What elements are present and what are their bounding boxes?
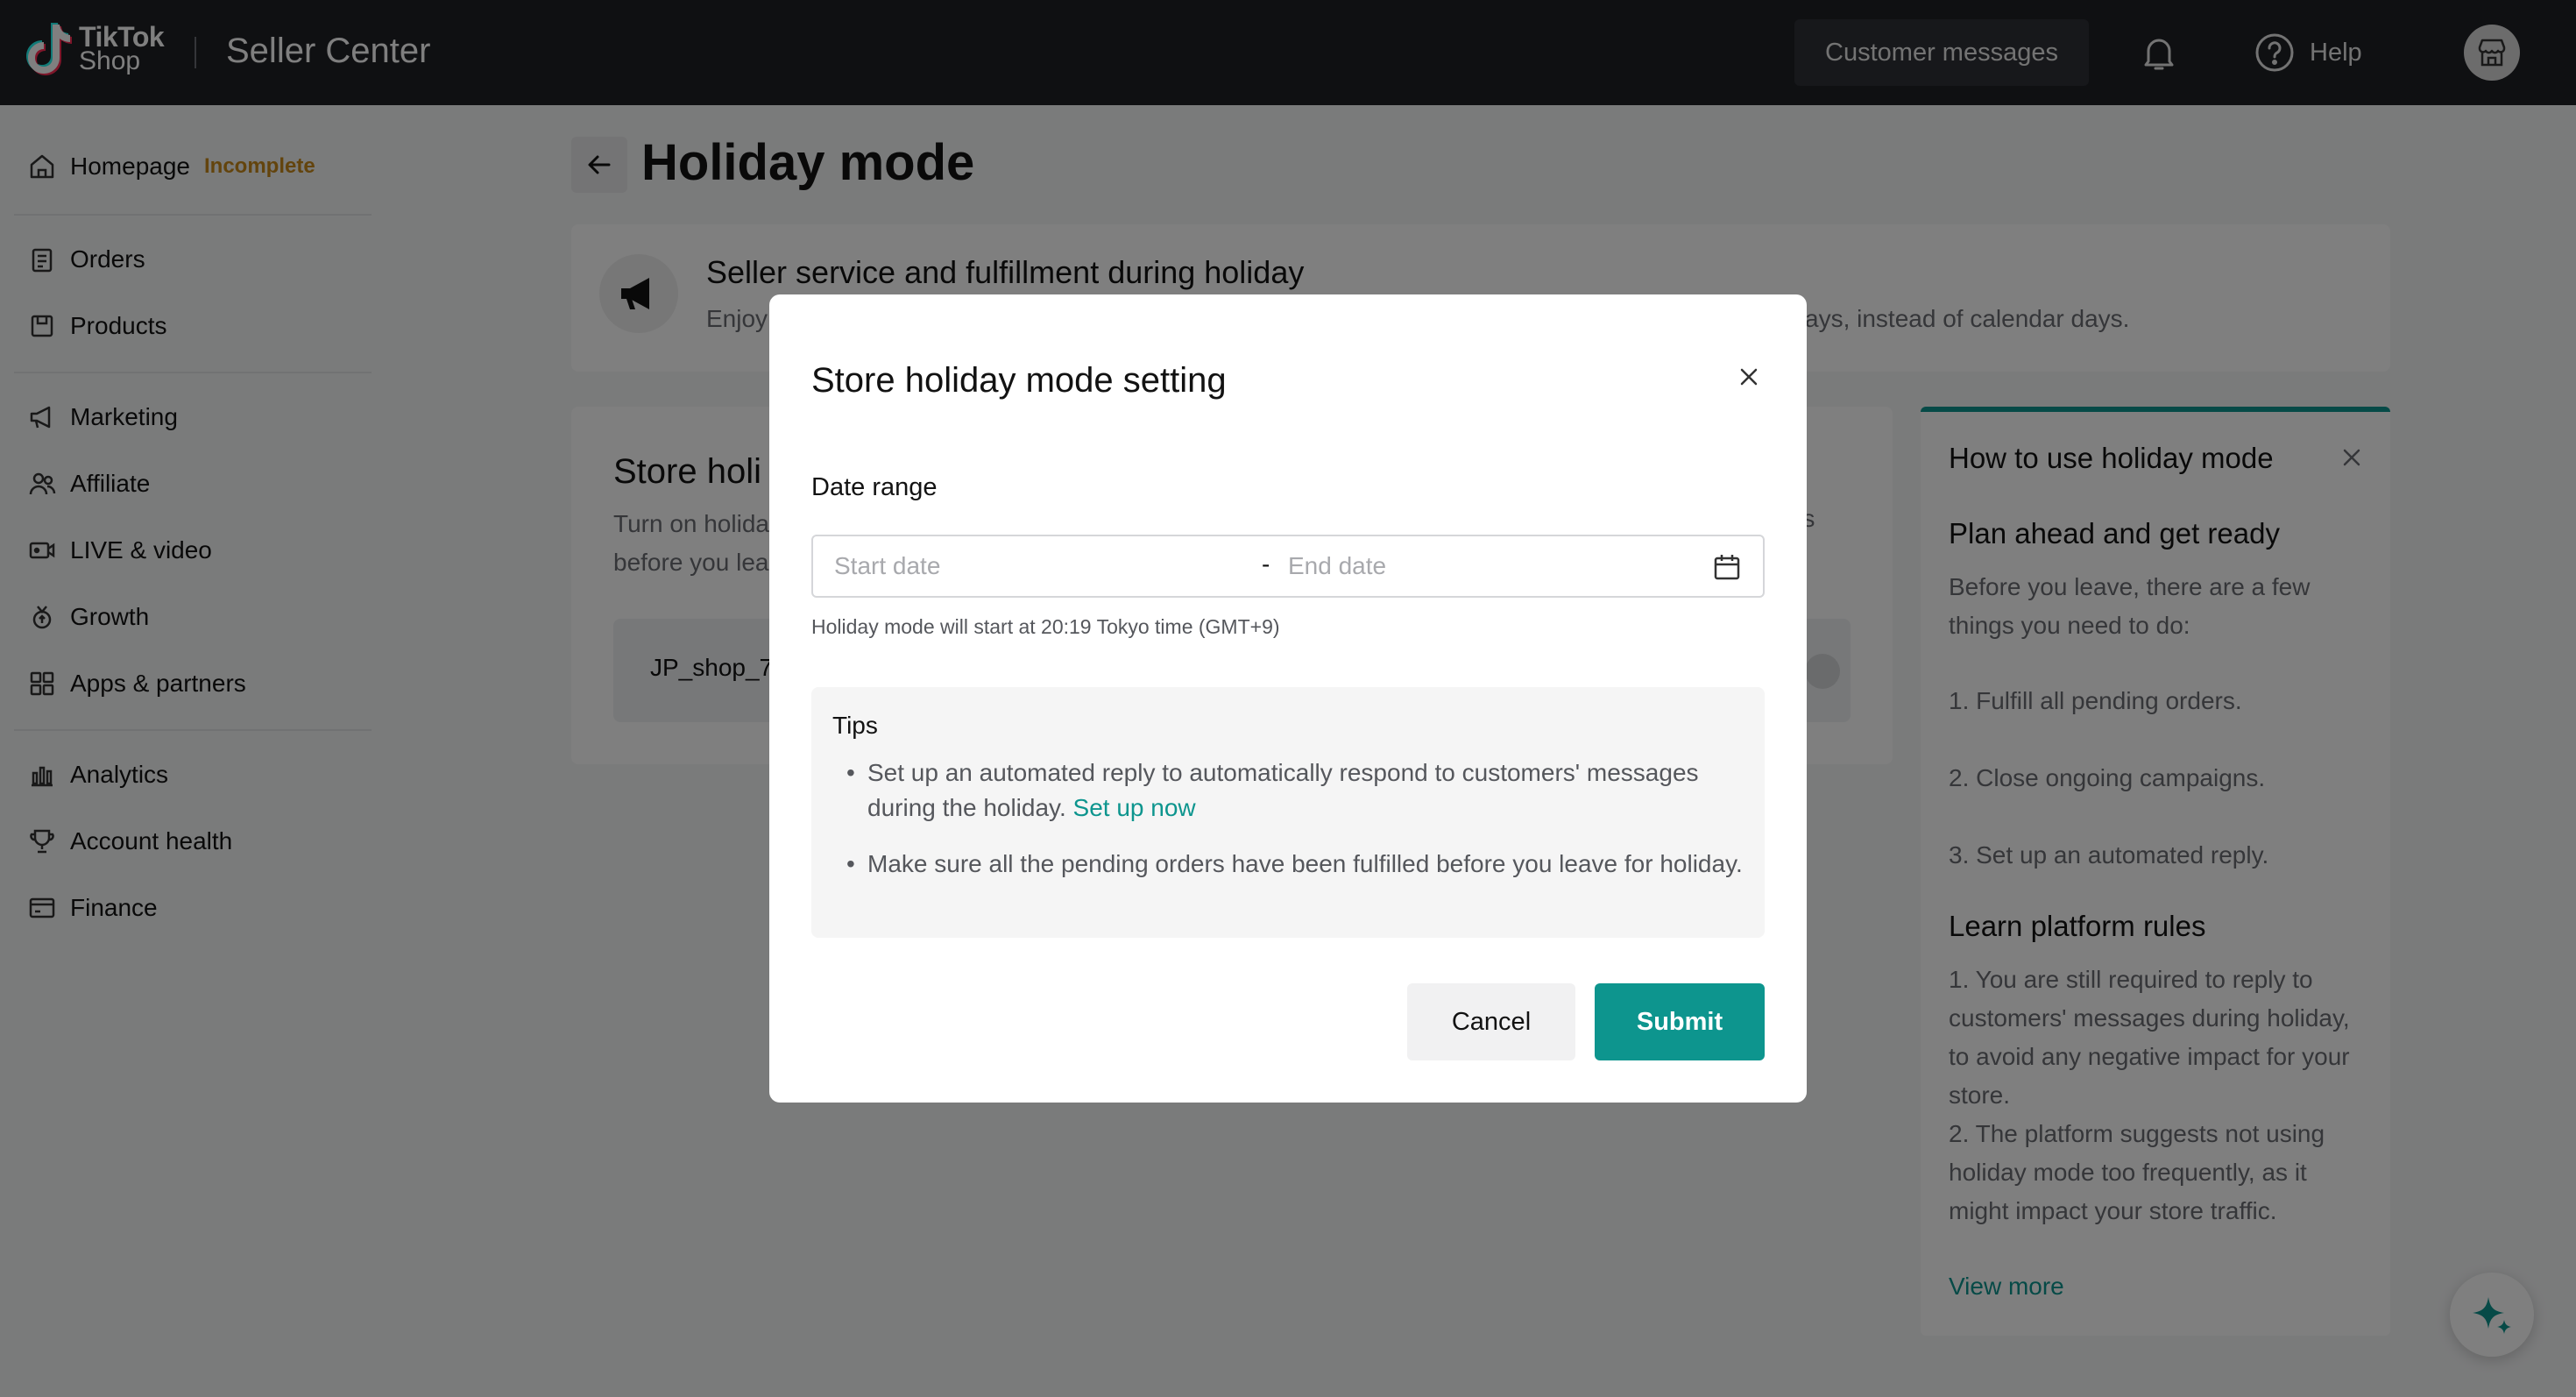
- tip-item: Make sure all the pending orders have be…: [846, 847, 1749, 882]
- tip-text: Make sure all the pending orders have be…: [867, 850, 1743, 877]
- close-icon[interactable]: [1737, 365, 1761, 389]
- calendar-icon[interactable]: [1712, 552, 1742, 582]
- end-date-input[interactable]: End date: [1288, 552, 1386, 580]
- tips-box: Tips Set up an automated reply to automa…: [811, 687, 1765, 938]
- holiday-mode-dialog: Store holiday mode setting Date range St…: [769, 294, 1807, 1103]
- date-separator: -: [1262, 550, 1270, 578]
- tips-title: Tips: [832, 712, 878, 739]
- start-date-input[interactable]: Start date: [834, 552, 940, 580]
- date-range-picker[interactable]: Start date - End date: [811, 535, 1765, 598]
- tip-item: Set up an automated reply to automatical…: [846, 755, 1749, 826]
- submit-button[interactable]: Submit: [1595, 983, 1765, 1060]
- set-up-now-link[interactable]: Set up now: [1073, 794, 1196, 821]
- tip-text: Set up an automated reply to automatical…: [867, 759, 1699, 821]
- cancel-button[interactable]: Cancel: [1407, 983, 1575, 1060]
- date-range-label: Date range: [811, 473, 938, 501]
- date-hint: Holiday mode will start at 20:19 Tokyo t…: [811, 615, 1280, 638]
- dialog-title: Store holiday mode setting: [811, 361, 1227, 400]
